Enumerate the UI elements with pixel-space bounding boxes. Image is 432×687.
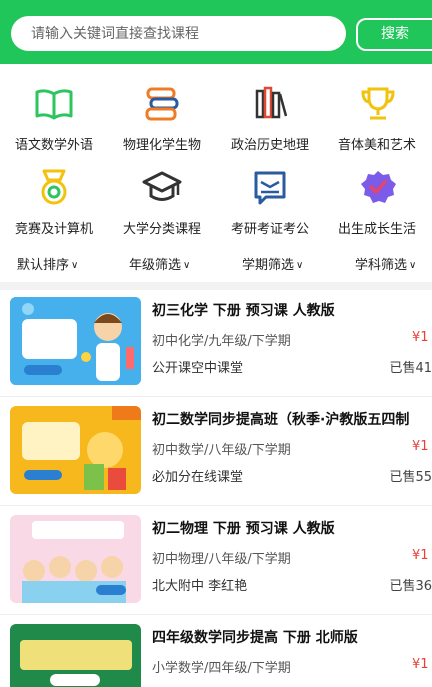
course-item[interactable]: 四年级数学同步提高 下册 北师版 小学数学/四年级/下学期 ¥1 [0,624,432,687]
row-divider [0,396,432,397]
graduation-cap-icon [142,171,182,201]
course-teacher: 必加分在线课堂 [152,470,244,485]
category-label: 竞赛及计算机 [14,222,93,237]
stacked-books-icon [145,87,179,121]
category-label: 大学分类课程 [122,222,201,237]
course-item[interactable]: 初二数学同步提高班（秋季·沪教版五四制 初中数学/八年级/下学期 必加分在线课堂… [0,406,432,514]
course-teacher: 公开课空中课堂 [152,361,244,376]
course-meta: 初中物理/八年级/下学期 [152,552,291,567]
course-thumbnail [10,624,141,687]
category-label: 音体美和艺术 [338,138,417,153]
chevron-down-icon: ∨ [71,260,79,271]
open-book-icon [35,89,73,120]
search-input[interactable] [31,16,331,51]
course-price: ¥1 [412,657,429,672]
row-divider [0,614,432,615]
category-label: 出生成长生活 [338,222,417,237]
category-label: 物理化学生物 [122,138,201,153]
course-thumbnail [10,515,141,603]
course-cover-illustration [10,406,141,494]
category-label: 政治历史地理 [230,138,309,153]
filter-label: 默认排序 [17,258,70,273]
chevron-down-icon: ∨ [296,260,304,271]
filter-label: 学期筛选 [242,258,295,273]
search-box[interactable] [11,16,346,51]
filter-label: 年级筛选 [129,258,182,273]
filter-sort[interactable]: 默认排序 ∨ [17,254,78,273]
course-title: 初三化学 下册 预习课 人教版 [152,303,335,319]
top-bar: 搜索 [0,0,432,64]
course-item[interactable]: 初二物理 下册 预习课 人教版 初中物理/八年级/下学期 北大附中 李红艳 ¥1… [0,515,432,623]
course-price: ¥1 [412,548,429,563]
filter-semester[interactable]: 学期筛选 ∨ [242,254,303,273]
course-title: 初二数学同步提高班（秋季·沪教版五四制 [152,412,410,428]
course-meta: 初中数学/八年级/下学期 [152,443,291,458]
course-price: ¥1 [412,439,429,454]
search-button[interactable]: 搜索 [356,18,432,51]
course-thumbnail [10,406,141,494]
course-title: 四年级数学同步提高 下册 北师版 [152,630,358,646]
filter-subject[interactable]: 学科筛选 ∨ [355,254,416,273]
certificate-icon [254,171,286,205]
filter-label: 学科筛选 [355,258,408,273]
course-price: ¥1 [412,330,429,345]
course-cover-illustration [10,297,141,385]
trophy-icon [361,87,395,120]
course-cover-illustration [10,624,141,687]
row-divider [0,505,432,506]
course-sold: 已售36 [389,579,432,594]
course-item[interactable]: 初三化学 下册 预习课 人教版 初中化学/九年级/下学期 公开课空中课堂 ¥1 … [0,297,432,405]
course-meta: 小学数学/四年级/下学期 [152,661,291,676]
bookshelf-icon [255,86,288,119]
badge-check-icon [361,171,396,203]
course-teacher: 北大附中 李红艳 [152,579,248,594]
category-label: 语文数学外语 [14,138,93,153]
course-sold: 已售41 [389,361,432,376]
course-meta: 初中化学/九年级/下学期 [152,334,291,349]
category-label: 考研考证考公 [230,222,309,237]
medal-icon [41,169,67,205]
section-divider [0,282,432,290]
course-thumbnail [10,297,141,385]
filter-grade[interactable]: 年级筛选 ∨ [129,254,190,273]
course-title: 初二物理 下册 预习课 人教版 [152,521,335,537]
chevron-down-icon: ∨ [183,260,191,271]
chevron-down-icon: ∨ [409,260,417,271]
course-cover-illustration [10,515,141,603]
course-sold: 已售55 [389,470,432,485]
